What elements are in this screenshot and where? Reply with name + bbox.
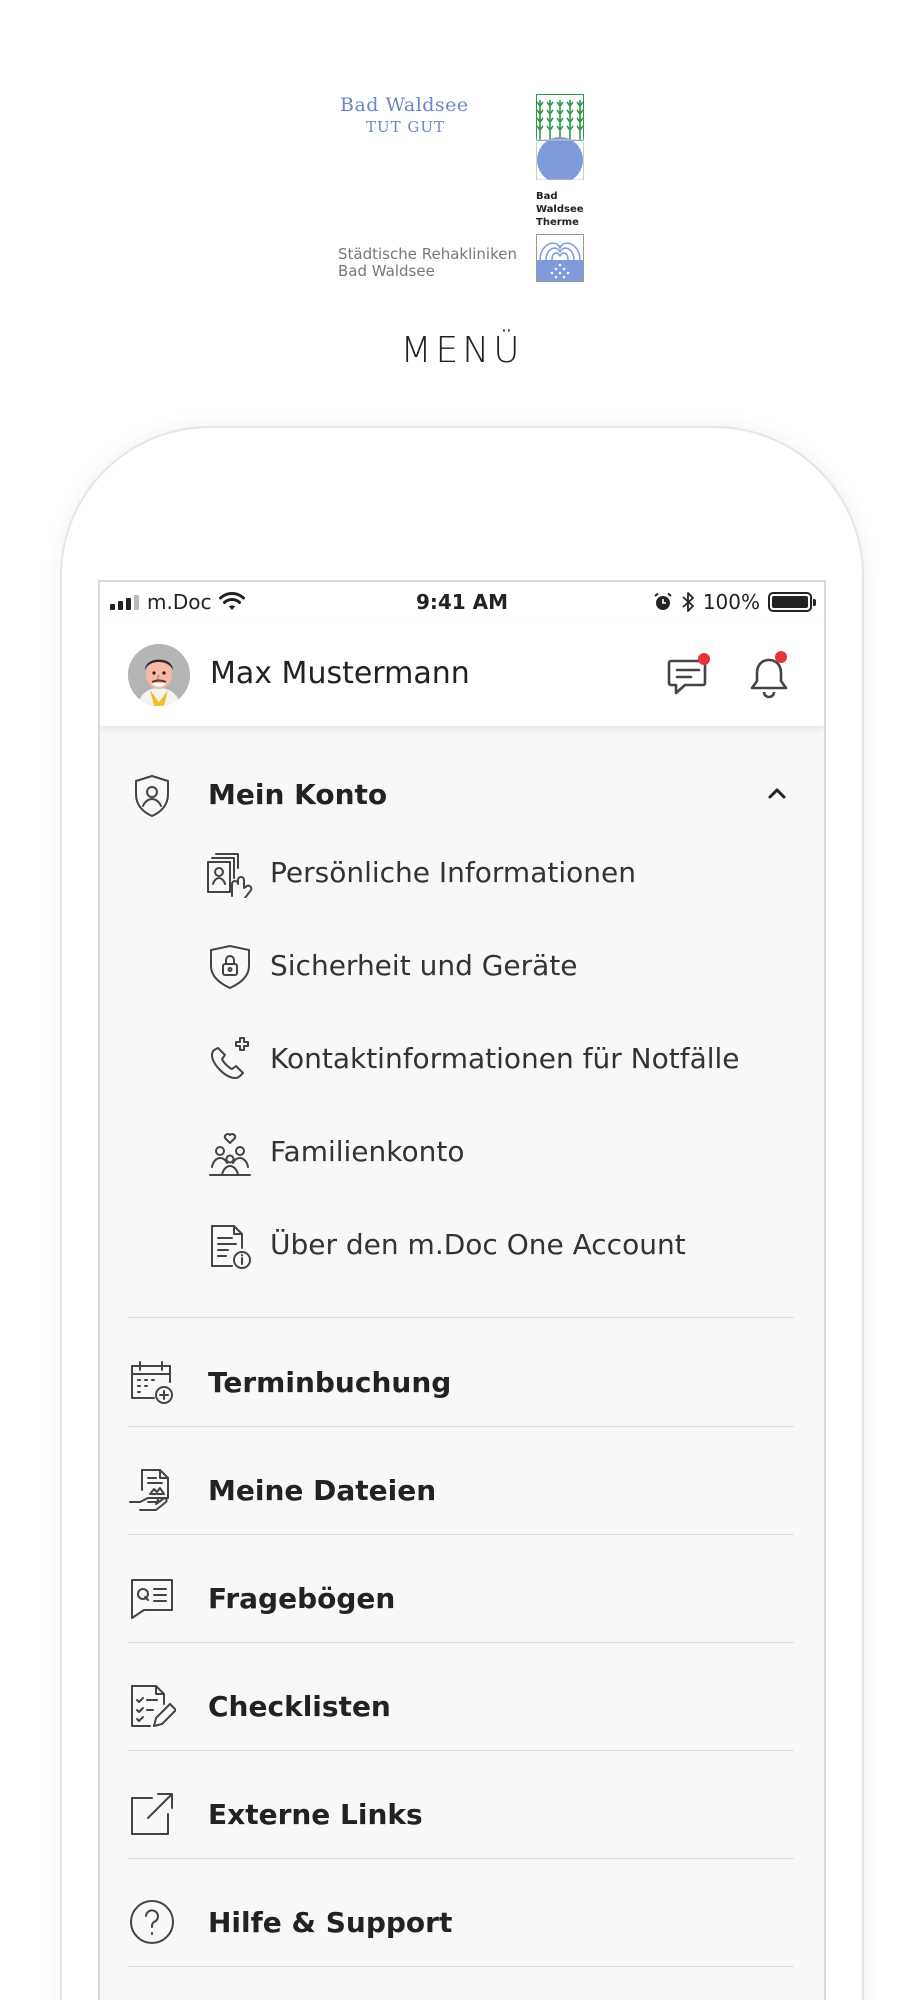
menu-item-frageboegen[interactable]: Fragebögen: [100, 1556, 824, 1642]
app-header: Max Mustermann: [100, 624, 824, 726]
divider: [128, 1858, 794, 1859]
page-title: MENÜ: [400, 330, 524, 371]
submenu-item-label: Sicherheit und Geräte: [270, 949, 578, 982]
menu-item-mein-konto[interactable]: Mein Konto: [100, 764, 824, 824]
menu-item-label: Mein Konto: [208, 778, 388, 811]
shield-lock-icon: [210, 945, 250, 989]
notification-dot: [698, 653, 710, 665]
reha-logo-text: Städtische Rehakliniken Bad Waldsee: [338, 245, 517, 280]
alarm-icon: [654, 592, 672, 610]
submenu-item-security[interactable]: Sicherheit und Geräte: [100, 937, 824, 997]
bad-waldsee-logo-text: Bad Waldsee: [340, 94, 469, 116]
submenu-item-label: Familienkonto: [270, 1135, 465, 1168]
help-icon: [130, 1900, 174, 1944]
checklist-icon: [131, 1685, 176, 1727]
therme-emblem-icon: [536, 94, 584, 183]
chat-icon: [667, 653, 710, 695]
submenu-item-about-account[interactable]: Über den m.Doc One Account: [100, 1216, 824, 1276]
bell-icon: [750, 651, 788, 699]
menu-item-checklisten[interactable]: Checklisten: [100, 1664, 824, 1750]
menu-item-externe-links[interactable]: Externe Links: [100, 1772, 824, 1858]
avatar[interactable]: [128, 644, 190, 706]
phone-screen: m.Doc 9:41 AM 100% Max Mustermann Mein K…: [98, 580, 826, 2000]
menu-item-label: Externe Links: [208, 1798, 423, 1831]
battery-icon: [768, 592, 816, 612]
submenu-item-family-account[interactable]: Familienkonto: [100, 1123, 824, 1183]
notification-dot: [775, 651, 787, 663]
therme-label: Bad Waldsee Therme: [536, 191, 584, 228]
menu-item-label: Checklisten: [208, 1690, 391, 1723]
menu-item-hilfe-support[interactable]: Hilfe & Support: [100, 1880, 824, 1966]
status-right: 100%: [653, 590, 816, 614]
divider: [128, 1750, 794, 1751]
avatar-illustration-icon: [128, 644, 190, 706]
battery-percent: 100%: [702, 590, 760, 614]
submenu-item-label: Kontaktinformationen für Notfälle: [270, 1042, 740, 1075]
menu-item-label: Terminbuchung: [208, 1366, 452, 1399]
brand-logos: Bad Waldsee TUT GUT Bad Waldsee Therme S…: [330, 90, 600, 290]
therme-logo-graphic: [536, 94, 584, 184]
files-icon: [129, 1469, 169, 1511]
divider: [128, 1534, 794, 1535]
divider: [128, 1317, 794, 1318]
divider: [128, 1642, 794, 1643]
divider: [128, 1426, 794, 1427]
reha-fountain-icon: [536, 234, 584, 282]
personal-info-icon: [207, 853, 253, 898]
account-shield-icon: [135, 775, 169, 817]
emergency-phone-icon: [211, 1037, 249, 1079]
user-name: Max Mustermann: [210, 656, 470, 691]
submenu-item-label: Über den m.Doc One Account: [270, 1228, 686, 1261]
menu-item-label: Fragebögen: [208, 1582, 396, 1615]
menu-item-terminbuchung[interactable]: Terminbuchung: [100, 1340, 824, 1426]
chevron-up-icon[interactable]: [764, 781, 790, 807]
external-link-icon: [131, 1793, 173, 1835]
divider: [128, 1966, 794, 1967]
status-bar: m.Doc 9:41 AM 100%: [100, 582, 824, 624]
messages-button[interactable]: [666, 652, 712, 698]
submenu-item-personal-info[interactable]: Persönliche Informationen: [100, 844, 824, 904]
submenu-item-label: Persönliche Informationen: [270, 856, 636, 889]
questionnaire-icon: [131, 1579, 173, 1619]
notifications-button[interactable]: [748, 650, 794, 700]
bluetooth-icon: [682, 592, 694, 612]
family-icon: [209, 1133, 251, 1176]
calendar-plus-icon: [131, 1361, 173, 1404]
menu-item-label: Hilfe & Support: [208, 1906, 453, 1939]
tagline: TUT GUT: [366, 118, 446, 136]
menu-item-meine-dateien[interactable]: Meine Dateien: [100, 1448, 824, 1534]
submenu-item-emergency-contacts[interactable]: Kontaktinformationen für Notfälle: [100, 1030, 824, 1090]
menu-item-label: Meine Dateien: [208, 1474, 437, 1507]
document-info-icon: [211, 1225, 251, 1269]
